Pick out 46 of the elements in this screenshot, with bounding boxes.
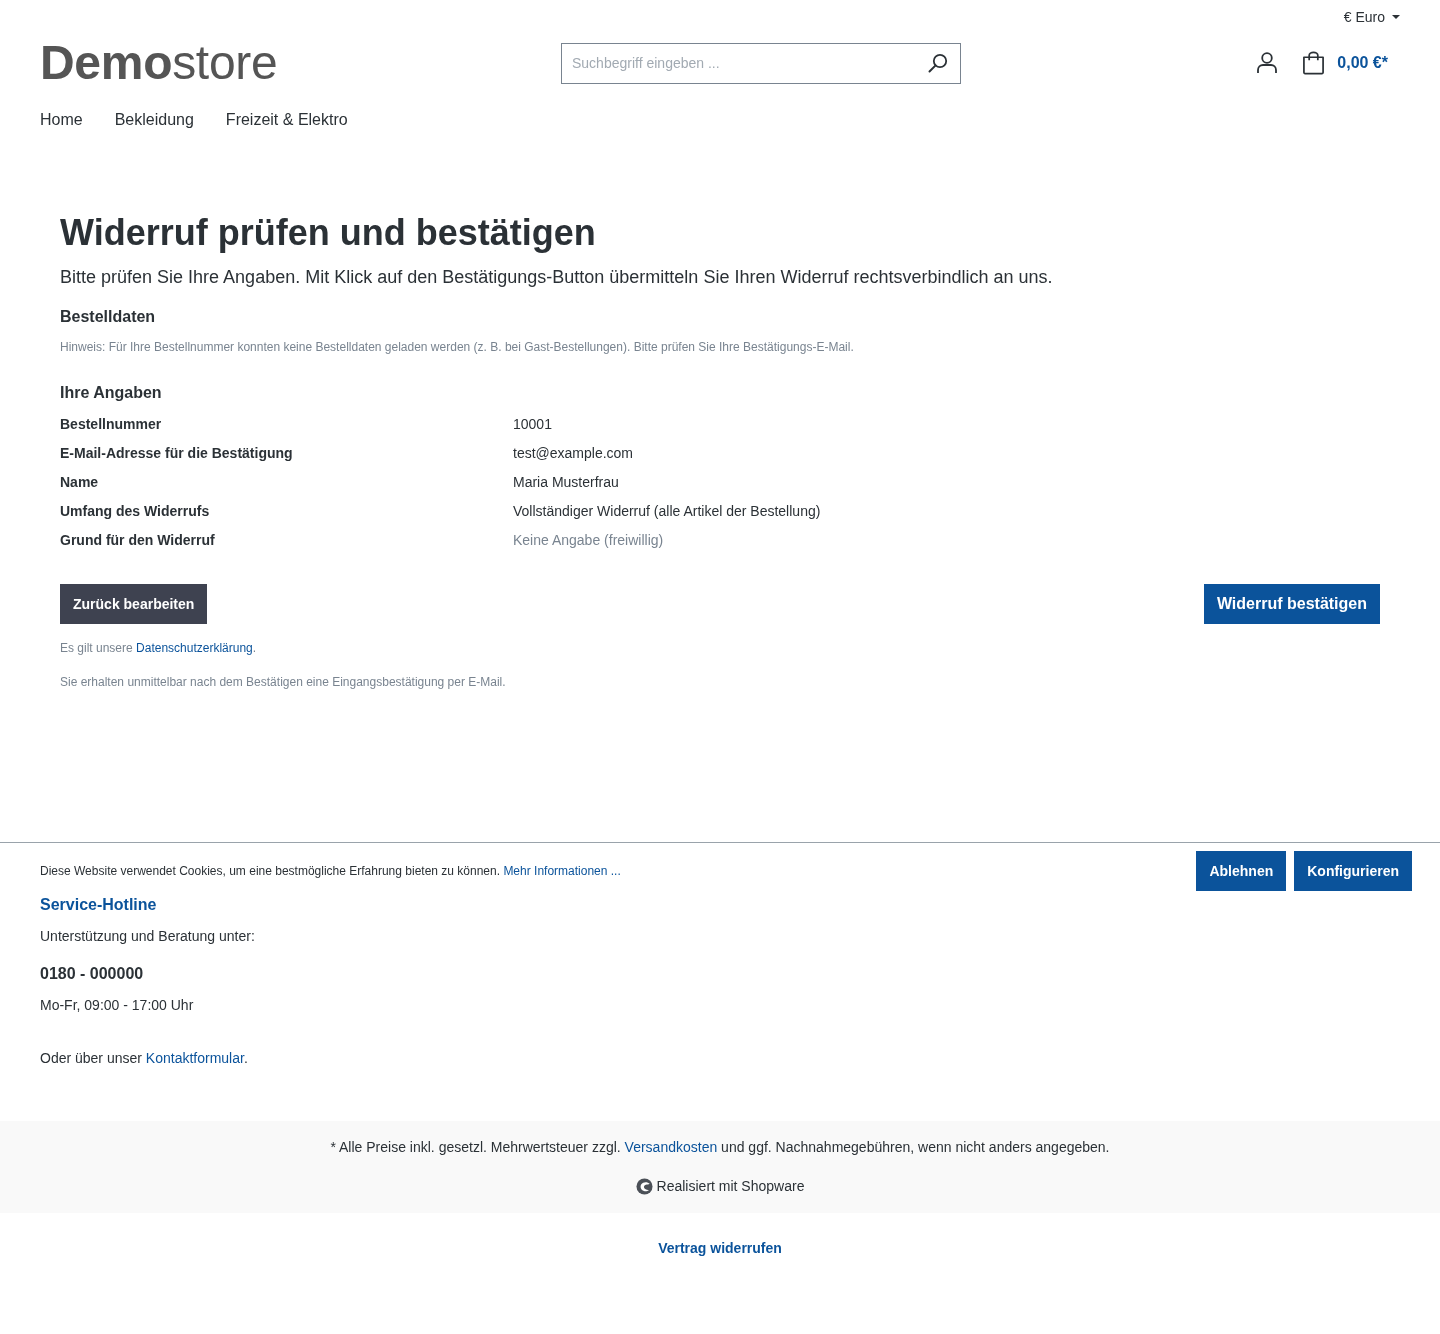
vat-note: * Alle Preise inkl. gesetzl. Mehrwertsteuer zzgl. Versandkosten und ggf. Nachnahmegebühren, wenn nicht anders angegeben. — [330, 1138, 1110, 1157]
currency-dropdown[interactable]: € Euro — [1343, 8, 1400, 26]
phone-number: 0180 - 000000 — [40, 964, 144, 984]
opening-hours: Mo-Fr, 09:00 - 17:00 Uhr — [40, 996, 194, 1015]
confirmation-note: Sie erhalten unmittelbar nach dem Bestätigen eine Eingangsbestätigung per E-Mail. — [60, 674, 507, 691]
field-label: Umfang des Widerrufs — [60, 502, 210, 519]
field-value: Vollständiger Widerruf (alle Artikel der Bestellung) — [513, 502, 821, 519]
bag-icon — [1302, 51, 1326, 75]
powered-by-text: Realisiert mit Shopware — [656, 1177, 805, 1196]
caret-icon — [1392, 15, 1400, 19]
search-field[interactable]: Suchbegriff eingeben ... — [561, 42, 961, 84]
cookie-button[interactable]: Konfigurieren — [1294, 851, 1412, 891]
privacy-link[interactable]: Datenschutzerklärung — [136, 641, 253, 655]
privacy-note: Es gilt unsere Datenschutzerklärung. — [60, 640, 258, 657]
logo-icon — [635, 1177, 653, 1195]
field-value: Maria Musterfrau — [513, 473, 619, 490]
user-icon[interactable] — [1257, 52, 1278, 74]
back-button[interactable]: Zurück bearbeiten — [60, 584, 208, 624]
confirm-button[interactable]: Widerruf bestätigen — [1203, 584, 1380, 624]
nav-link[interactable]: Freizeit & Elektro — [225, 110, 348, 130]
store-logo[interactable]: Demostore — [40, 37, 278, 89]
section-heading: Ihre Angaben — [60, 383, 163, 403]
nav-link[interactable]: Bekleidung — [114, 110, 194, 130]
field-label: Grund für den Widerruf — [60, 531, 215, 548]
hint-text: Hinweis: Für Ihre Bestellnummer konnten keine Bestelldaten geladen werden (z. B. bei Gast-Bestellungen). Bitte prüfen Sie Ihre Bestätigungs-E-Mail. — [60, 339, 855, 356]
cart-button[interactable]: 0,00 €* — [1302, 51, 1388, 75]
contact-text: Oder über unser Kontaktformular. — [40, 1049, 248, 1068]
cookie-button[interactable]: Ablehnen — [1196, 851, 1287, 891]
intro-text: Bitte prüfen Sie Ihre Angaben. Mit Klick auf den Bestätigungs-Button übermitteln Sie Ihren Widerruf rechtsverbindlich an uns. — [60, 266, 1054, 289]
field-value: 10001 — [513, 415, 552, 432]
hotline-heading: Service-Hotline — [40, 895, 157, 915]
field-label: Bestellnummer — [60, 415, 162, 432]
contact-link[interactable]: Kontaktformular — [145, 1050, 244, 1066]
field-value: Keine Angabe (freiwillig) — [513, 531, 664, 548]
field-label: Name — [60, 473, 99, 490]
field-label: E-Mail-Adresse für die Bestätigung — [60, 444, 293, 461]
nav-link[interactable]: Home — [40, 110, 83, 130]
shipping-link[interactable]: Versandkosten — [624, 1139, 718, 1155]
revoke-link[interactable]: Vertrag widerrufen — [658, 1238, 782, 1258]
page-title: Widerruf prüfen und bestätigen — [60, 211, 597, 255]
cookie-text: Diese Website verwendet Cookies, um eine bestmögliche Erfahrung bieten zu können. Mehr Informationen ... — [40, 863, 621, 880]
section-heading: Bestelldaten — [60, 307, 157, 327]
more-info-link[interactable]: Mehr Informationen ... — [503, 864, 621, 878]
support-text: Unterstützung und Beratung unter: — [40, 927, 255, 946]
field-value: test@example.com — [513, 444, 634, 461]
search-icon[interactable] — [928, 52, 948, 73]
